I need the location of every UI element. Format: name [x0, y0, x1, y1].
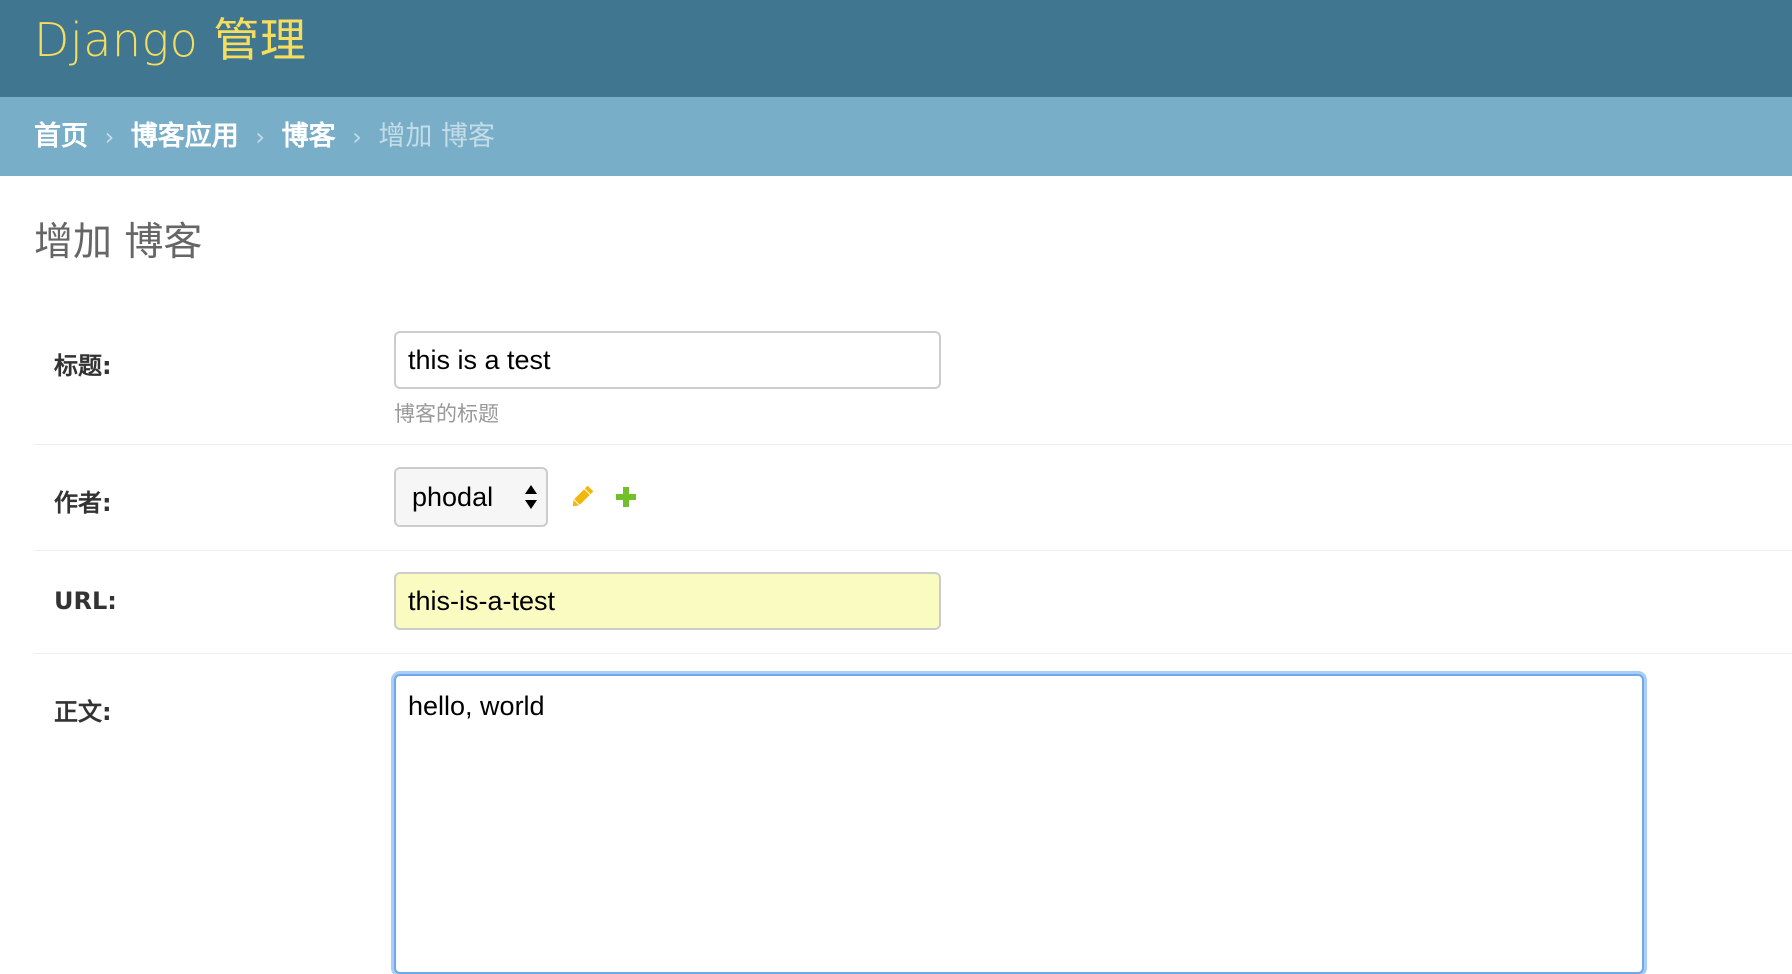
form-row-url: URL: this-is-a-test [34, 551, 1792, 654]
plus-icon[interactable] [614, 485, 638, 509]
title-input[interactable]: this is a test [394, 331, 941, 389]
breadcrumb-app-link[interactable]: 博客应用 [131, 121, 239, 152]
form-row-content: 正文: hello, world [34, 654, 1792, 974]
breadcrumb: 首页 › 博客应用 › 博客 › 增加 博客 [0, 97, 1792, 176]
content-label: 正文: [54, 698, 112, 726]
pencil-icon[interactable] [568, 483, 596, 511]
author-label: 作者: [54, 489, 112, 517]
url-input[interactable]: this-is-a-test [394, 572, 941, 630]
url-label: URL: [54, 587, 117, 615]
breadcrumb-home-link[interactable]: 首页 [34, 121, 88, 152]
header: Django 管理 [0, 0, 1792, 97]
author-select[interactable]: phodal [394, 467, 548, 527]
breadcrumb-separator: › [352, 123, 362, 151]
page-title: 增加 博客 [34, 220, 203, 265]
breadcrumb-separator: › [104, 123, 115, 151]
breadcrumb-separator: › [255, 123, 265, 151]
breadcrumb-inner: 首页 › 博客应用 › 博客 › 增加 博客 [34, 97, 495, 177]
site-branding[interactable]: Django 管理 [34, 12, 306, 68]
title-help-text: 博客的标题 [394, 402, 499, 426]
breadcrumb-current: 增加 博客 [378, 121, 495, 152]
breadcrumb-model-link[interactable]: 博客 [282, 121, 336, 152]
form-row-title: 标题: this is a test 博客的标题 [34, 302, 1792, 445]
form-row-author: 作者: phodal [34, 445, 1792, 551]
author-select-value: phodal [412, 482, 494, 512]
title-label: 标题: [54, 352, 112, 380]
content-textarea[interactable]: hello, world [394, 674, 1644, 974]
select-arrows-icon [525, 485, 537, 509]
